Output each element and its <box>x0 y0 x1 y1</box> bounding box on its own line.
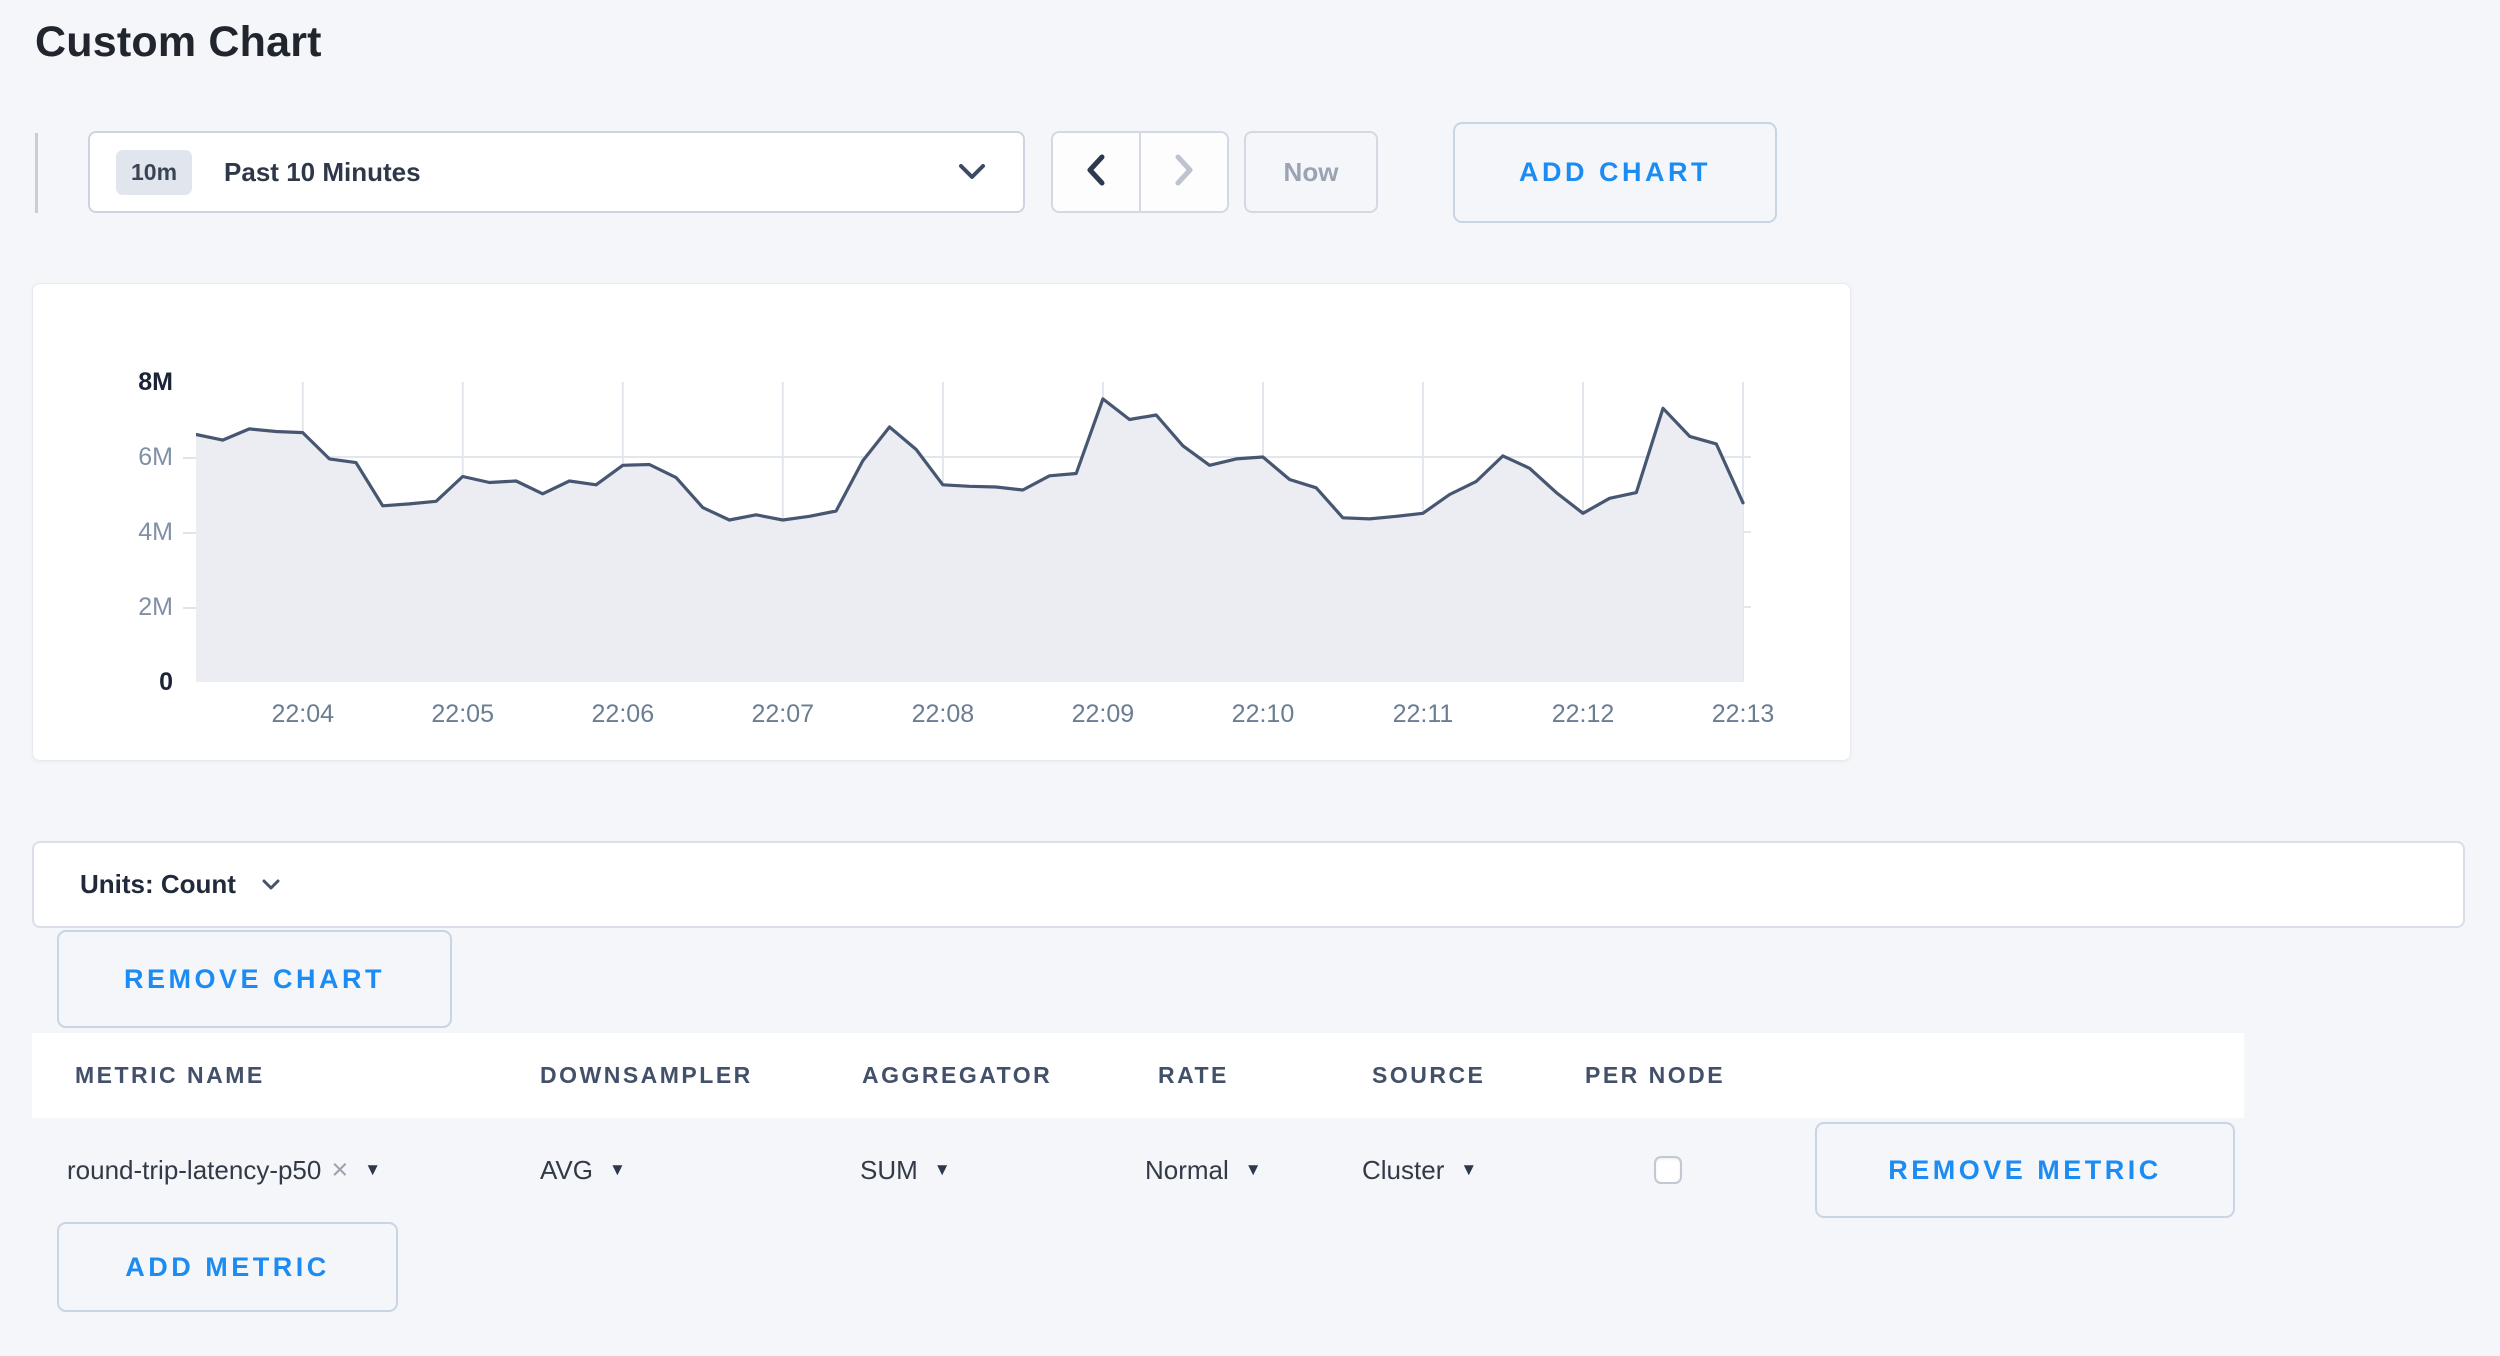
caret-down-icon: ▼ <box>1245 1160 1262 1180</box>
x-axis-label: 22:04 <box>233 700 373 729</box>
metrics-table-header: METRIC NAME DOWNSAMPLER AGGREGATOR RATE … <box>32 1033 2244 1118</box>
x-axis-label: 22:12 <box>1513 700 1653 729</box>
y-axis-label: 8M <box>53 366 173 398</box>
time-step-group <box>1051 131 1229 213</box>
y-axis-label: 6M <box>53 441 173 473</box>
units-dropdown-label: Units: Count <box>80 869 236 900</box>
next-time-button[interactable] <box>1141 133 1227 211</box>
source-value: Cluster <box>1362 1155 1444 1186</box>
source-select[interactable]: Cluster ▼ <box>1362 1155 1477 1186</box>
prev-time-button[interactable] <box>1053 133 1141 211</box>
header-per-node: PER NODE <box>1585 1033 1725 1118</box>
x-axis-label: 22:08 <box>873 700 1013 729</box>
downsampler-value: AVG <box>540 1155 593 1186</box>
caret-down-icon: ▼ <box>609 1160 626 1180</box>
caret-down-icon: ▼ <box>364 1160 381 1180</box>
chart-card: 8M 6M 4M 2M 0 22:04 22:05 22:06 22:07 22:08 22:09… <box>32 283 1851 761</box>
time-scale-dropdown[interactable]: 10m Past 10 Minutes <box>88 131 1025 213</box>
x-axis-label: 22:07 <box>713 700 853 729</box>
metric-name-select[interactable]: round-trip-latency-p50 × ▼ <box>67 1154 381 1187</box>
chevron-left-icon <box>1086 154 1106 191</box>
x-axis-label: 22:10 <box>1193 700 1333 729</box>
metric-name-value: round-trip-latency-p50 <box>67 1155 321 1186</box>
x-axis-label: 22:09 <box>1033 700 1173 729</box>
rate-value: Normal <box>1145 1155 1229 1186</box>
y-axis-label: 4M <box>53 516 173 548</box>
time-scale-label: Past 10 Minutes <box>224 157 421 188</box>
caret-down-icon: ▼ <box>934 1160 951 1180</box>
chevron-down-icon <box>262 879 280 891</box>
caret-down-icon: ▼ <box>1460 1160 1477 1180</box>
chevron-down-icon <box>959 164 985 180</box>
downsampler-select[interactable]: AVG ▼ <box>540 1155 626 1186</box>
x-axis-label: 22:06 <box>553 700 693 729</box>
header-rate: RATE <box>1158 1033 1229 1118</box>
x-axis-label: 22:05 <box>393 700 533 729</box>
chart-svg <box>196 382 1751 682</box>
remove-chart-button[interactable]: REMOVE CHART <box>57 930 452 1028</box>
y-axis-label: 0 <box>53 666 173 698</box>
now-button[interactable]: Now <box>1244 131 1378 213</box>
y-axis-tick <box>183 607 196 609</box>
aggregator-select[interactable]: SUM ▼ <box>860 1155 951 1186</box>
clear-metric-icon[interactable]: × <box>331 1154 348 1187</box>
rate-select[interactable]: Normal ▼ <box>1145 1155 1262 1186</box>
x-axis-label: 22:13 <box>1673 700 1813 729</box>
add-metric-button[interactable]: ADD METRIC <box>57 1222 398 1312</box>
header-metric-name: METRIC NAME <box>75 1033 265 1118</box>
per-node-cell <box>1654 1156 1682 1184</box>
toolbar-left-divider <box>35 133 38 213</box>
remove-metric-button[interactable]: REMOVE METRIC <box>1815 1122 2235 1218</box>
y-axis-label: 2M <box>53 591 173 623</box>
y-axis-tick <box>183 457 196 459</box>
header-aggregator: AGGREGATOR <box>862 1033 1052 1118</box>
x-axis-label: 22:11 <box>1353 700 1493 729</box>
header-downsampler: DOWNSAMPLER <box>540 1033 753 1118</box>
units-dropdown[interactable]: Units: Count <box>32 841 2465 928</box>
header-source: SOURCE <box>1372 1033 1485 1118</box>
y-axis-tick <box>183 532 196 534</box>
add-chart-button[interactable]: ADD CHART <box>1453 122 1777 223</box>
aggregator-value: SUM <box>860 1155 918 1186</box>
time-scale-badge: 10m <box>116 150 192 195</box>
page-title: Custom Chart <box>35 18 322 67</box>
per-node-checkbox[interactable] <box>1654 1156 1682 1184</box>
chevron-right-icon <box>1174 154 1194 191</box>
